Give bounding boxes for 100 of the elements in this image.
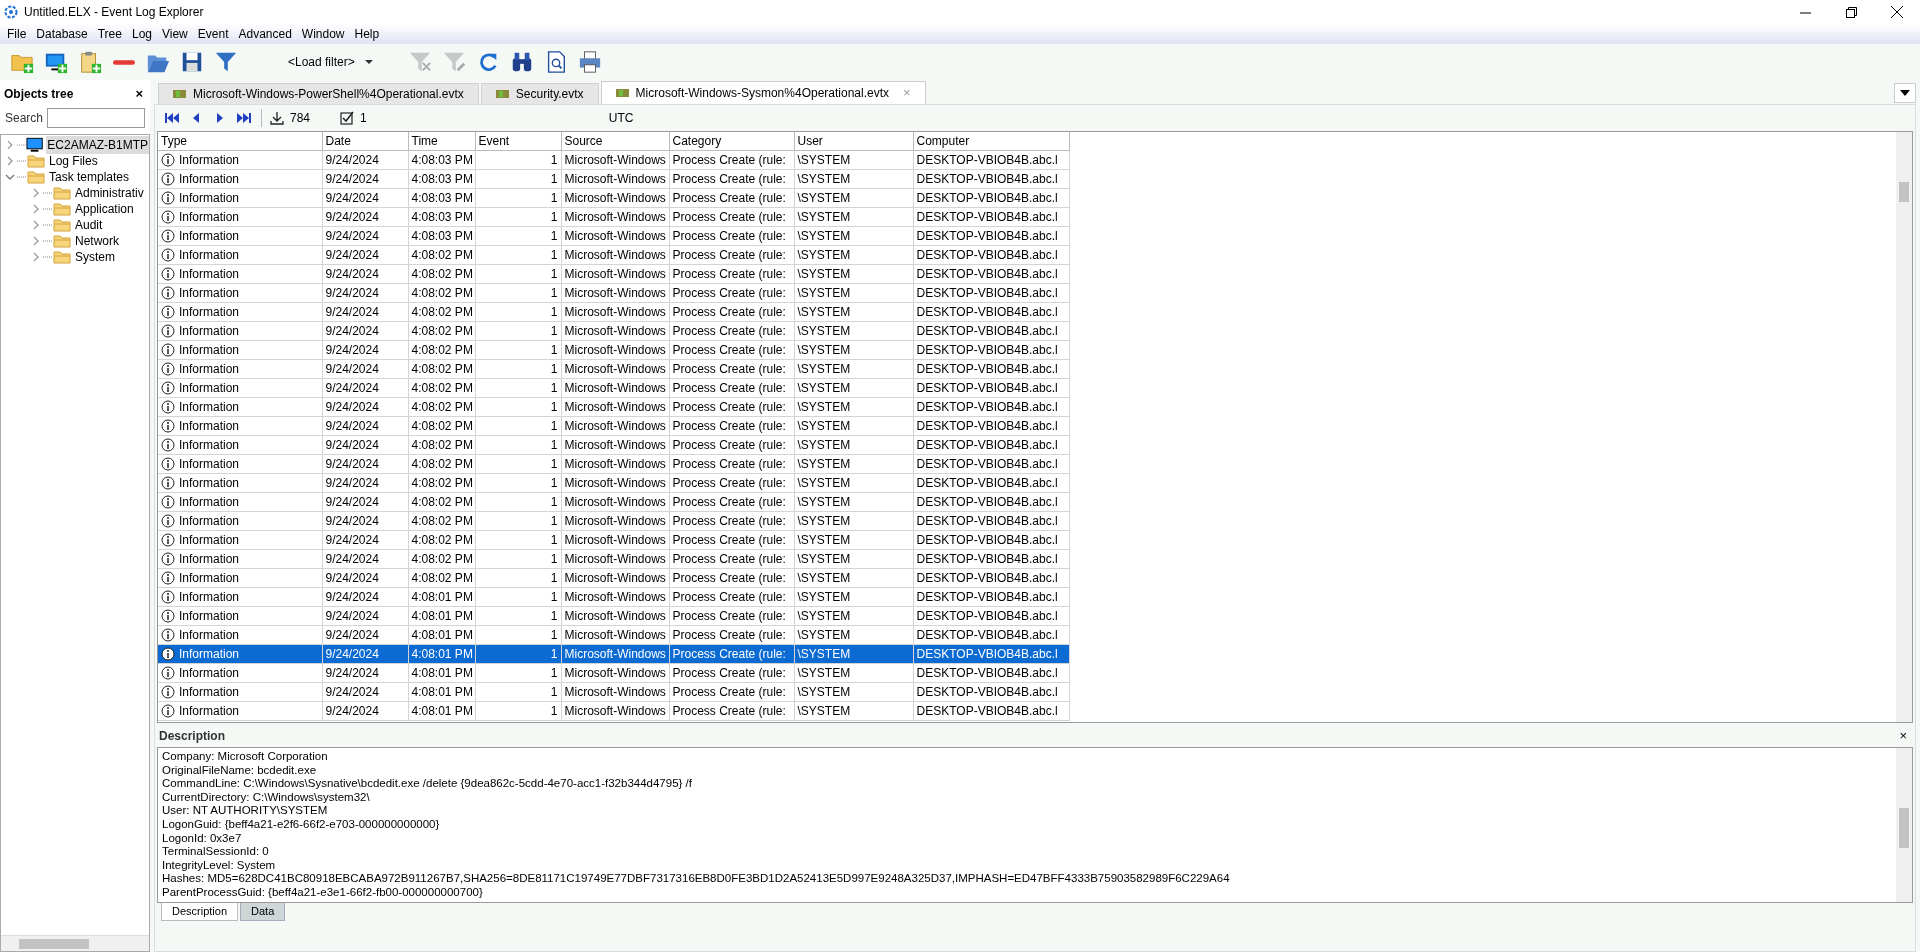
- close-icon: [1891, 6, 1903, 18]
- table-row[interactable]: Information 9/24/2024 4:08:02 PM 1 Microsoft-Windows Process Create (rule: \SYSTEM DESKTOP-VBIOB4B.abc.l: [158, 359, 1069, 379]
- table-cell: DESKTOP-VBIOB4B.abc.l: [913, 283, 1069, 303]
- tree-node[interactable]: Administrativ: [74, 184, 145, 202]
- tree-node[interactable]: System: [74, 248, 116, 266]
- table-row[interactable]: Information 9/24/2024 4:08:01 PM 1 Microsoft-Windows Process Create (rule: \SYSTEM DESKTOP-VBIOB4B.abc.l: [158, 625, 1069, 645]
- file-tab[interactable]: Microsoft-Windows-PowerShell%4Operational.evtx: [158, 83, 479, 104]
- tree-node[interactable]: Log Files: [48, 152, 99, 170]
- table-cell: 1: [475, 454, 561, 474]
- table-row[interactable]: Information 9/24/2024 4:08:02 PM 1 Microsoft-Windows Process Create (rule: \SYSTEM DESKTOP-VBIOB4B.abc.l: [158, 378, 1069, 398]
- table-row[interactable]: Information 9/24/2024 4:08:02 PM 1 Microsoft-Windows Process Create (rule: \SYSTEM DESKTOP-VBIOB4B.abc.l: [158, 530, 1069, 550]
- table-row[interactable]: Information 9/24/2024 4:08:02 PM 1 Microsoft-Windows Process Create (rule: \SYSTEM DESKTOP-VBIOB4B.abc.l: [158, 492, 1069, 512]
- table-row[interactable]: Information 9/24/2024 4:08:02 PM 1 Microsoft-Windows Process Create (rule: \SYSTEM DESKTOP-VBIOB4B.abc.l: [158, 435, 1069, 455]
- table-cell: DESKTOP-VBIOB4B.abc.l: [913, 511, 1069, 531]
- menu-item[interactable]: Event: [192, 24, 234, 44]
- vertical-scrollbar[interactable]: [1896, 132, 1912, 722]
- description-tab[interactable]: Data: [240, 903, 286, 921]
- menu-item[interactable]: Database: [31, 24, 93, 44]
- menu-item[interactable]: View: [157, 24, 193, 44]
- table-cell: Process Create (rule:: [669, 283, 794, 303]
- table-row[interactable]: Information 9/24/2024 4:08:02 PM 1 Microsoft-Windows Process Create (rule: \SYSTEM DESKTOP-VBIOB4B.abc.l: [158, 454, 1069, 474]
- table-row[interactable]: Information 9/24/2024 4:08:02 PM 1 Microsoft-Windows Process Create (rule: \SYSTEM DESKTOP-VBIOB4B.abc.l: [158, 283, 1069, 303]
- table-cell: Information: [179, 455, 240, 473]
- tree-node[interactable]: Network: [74, 232, 120, 250]
- filter-dropdown[interactable]: <Load filter>: [276, 51, 396, 73]
- close-panel-button[interactable]: ×: [132, 84, 146, 104]
- column-header[interactable]: Source: [561, 132, 669, 151]
- tree-node[interactable]: Task templates: [48, 168, 131, 186]
- horizontal-scrollbar[interactable]: [1, 935, 149, 951]
- table-cell: DESKTOP-VBIOB4B.abc.l: [913, 226, 1069, 246]
- download-icon: [270, 111, 284, 125]
- table-row[interactable]: Information 9/24/2024 4:08:01 PM 1 Microsoft-Windows Process Create (rule: \SYSTEM DESKTOP-VBIOB4B.abc.l: [158, 587, 1069, 607]
- information-icon: [161, 324, 175, 338]
- tab-list-button[interactable]: [1894, 83, 1916, 103]
- table-cell: Microsoft-Windows: [561, 226, 669, 246]
- checkbox-icon: [340, 111, 355, 125]
- table-cell: \SYSTEM: [794, 416, 913, 436]
- table-cell: DESKTOP-VBIOB4B.abc.l: [913, 207, 1069, 227]
- table-cell: Microsoft-Windows: [561, 397, 669, 417]
- table-row[interactable]: Information 9/24/2024 4:08:03 PM 1 Microsoft-Windows Process Create (rule: \SYSTEM DESKTOP-VBIOB4B.abc.l: [158, 207, 1069, 227]
- table-cell: Microsoft-Windows: [561, 378, 669, 398]
- table-row[interactable]: Information 9/24/2024 4:08:02 PM 1 Microsoft-Windows Process Create (rule: \SYSTEM DESKTOP-VBIOB4B.abc.l: [158, 416, 1069, 436]
- table-row[interactable]: Information 9/24/2024 4:08:01 PM 1 Microsoft-Windows Process Create (rule: \SYSTEM DESKTOP-VBIOB4B.abc.l: [158, 701, 1069, 721]
- table-row[interactable]: Information 9/24/2024 4:08:02 PM 1 Microsoft-Windows Process Create (rule: \SYSTEM DESKTOP-VBIOB4B.abc.l: [158, 568, 1069, 588]
- table-row[interactable]: Information 9/24/2024 4:08:01 PM 1 Microsoft-Windows Process Create (rule: \SYSTEM DESKTOP-VBIOB4B.abc.l: [158, 682, 1069, 702]
- table-row[interactable]: Information 9/24/2024 4:08:02 PM 1 Microsoft-Windows Process Create (rule: \SYSTEM DESKTOP-VBIOB4B.abc.l: [158, 264, 1069, 284]
- table-row[interactable]: Information 9/24/2024 4:08:03 PM 1 Microsoft-Windows Process Create (rule: \SYSTEM DESKTOP-VBIOB4B.abc.l: [158, 226, 1069, 246]
- table-cell: 1: [475, 245, 561, 265]
- table-row[interactable]: Information 9/24/2024 4:08:03 PM 1 Microsoft-Windows Process Create (rule: \SYSTEM DESKTOP-VBIOB4B.abc.l: [158, 169, 1069, 189]
- table-cell: Information: [179, 569, 240, 587]
- column-header[interactable]: Type: [158, 132, 322, 151]
- column-header[interactable]: Date: [322, 132, 408, 151]
- column-header[interactable]: User: [794, 132, 913, 151]
- table-cell: 9/24/2024: [322, 207, 408, 227]
- information-icon: [161, 267, 175, 281]
- tree-node[interactable]: Audit: [74, 216, 104, 234]
- navigation-button[interactable]: [163, 110, 181, 126]
- information-icon: [161, 191, 175, 205]
- table-cell: Process Create (rule:: [669, 207, 794, 227]
- table-cell: Process Create (rule:: [669, 435, 794, 455]
- column-header[interactable]: Computer: [913, 132, 1069, 151]
- table-row[interactable]: Information 9/24/2024 4:08:02 PM 1 Microsoft-Windows Process Create (rule: \SYSTEM DESKTOP-VBIOB4B.abc.l: [158, 511, 1069, 531]
- column-header[interactable]: Event: [475, 132, 561, 151]
- menu-item[interactable]: Window: [296, 24, 350, 44]
- table-row[interactable]: Information 9/24/2024 4:08:01 PM 1 Microsoft-Windows Process Create (rule: \SYSTEM DESKTOP-VBIOB4B.abc.l: [158, 606, 1069, 626]
- table-cell: Information: [179, 607, 240, 625]
- table-cell: 1: [475, 207, 561, 227]
- vertical-scrollbar[interactable]: [1896, 748, 1912, 902]
- menu-item[interactable]: Log: [126, 24, 157, 44]
- table-row[interactable]: Information 9/24/2024 4:08:02 PM 1 Microsoft-Windows Process Create (rule: \SYSTEM DESKTOP-VBIOB4B.abc.l: [158, 321, 1069, 341]
- description-tab[interactable]: Description: [161, 903, 239, 921]
- file-tab[interactable]: Security.evtx: [480, 83, 599, 104]
- table-cell: Microsoft-Windows: [561, 283, 669, 303]
- table-row[interactable]: Information 9/24/2024 4:08:02 PM 1 Microsoft-Windows Process Create (rule: \SYSTEM DESKTOP-VBIOB4B.abc.l: [158, 549, 1069, 569]
- table-row[interactable]: Information 9/24/2024 4:08:03 PM 1 Microsoft-Windows Process Create (rule: \SYSTEM DESKTOP-VBIOB4B.abc.l: [158, 188, 1069, 208]
- table-row[interactable]: Information 9/24/2024 4:08:02 PM 1 Microsoft-Windows Process Create (rule: \SYSTEM DESKTOP-VBIOB4B.abc.l: [158, 245, 1069, 265]
- file-tab[interactable]: Microsoft-Windows-Sysmon%4Operational.evtx ×: [600, 81, 926, 104]
- menu-item[interactable]: Tree: [92, 24, 127, 44]
- navigation-button[interactable]: [235, 110, 253, 126]
- table-row[interactable]: Information 9/24/2024 4:08:01 PM 1 Microsoft-Windows Process Create (rule: \SYSTEM DESKTOP-VBIOB4B.abc.l: [158, 663, 1069, 683]
- menu-item[interactable]: File: [2, 24, 32, 44]
- close-panel-button[interactable]: ×: [1895, 726, 1911, 746]
- table-cell: DESKTOP-VBIOB4B.abc.l: [913, 492, 1069, 512]
- column-header[interactable]: Category: [669, 132, 794, 151]
- tree-node[interactable]: Application: [74, 200, 135, 218]
- restore-icon: [1845, 6, 1857, 18]
- search-field[interactable]: [47, 108, 145, 128]
- table-row[interactable]: Information 9/24/2024 4:08:02 PM 1 Microsoft-Windows Process Create (rule: \SYSTEM DESKTOP-VBIOB4B.abc.l: [158, 397, 1069, 417]
- table-row[interactable]: Information 9/24/2024 4:08:02 PM 1 Microsoft-Windows Process Create (rule: \SYSTEM DESKTOP-VBIOB4B.abc.l: [158, 473, 1069, 493]
- column-header[interactable]: Time: [408, 132, 475, 151]
- table-row[interactable]: Information 9/24/2024 4:08:02 PM 1 Microsoft-Windows Process Create (rule: \SYSTEM DESKTOP-VBIOB4B.abc.l: [158, 302, 1069, 322]
- table-cell: \SYSTEM: [794, 302, 913, 322]
- table-row[interactable]: Information 9/24/2024 4:08:03 PM 1 Microsoft-Windows Process Create (rule: \SYSTEM DESKTOP-VBIOB4B.abc.l: [158, 150, 1069, 170]
- tree-node[interactable]: EC2AMAZ-B1MTP: [46, 136, 149, 154]
- table-cell: 9/24/2024: [322, 435, 408, 455]
- menu-item[interactable]: Help: [349, 24, 385, 44]
- menu-item[interactable]: Advanced: [233, 24, 297, 44]
- dotted-line-icon: [43, 256, 53, 258]
- table-cell: Information: [179, 417, 240, 435]
- table-row[interactable]: Information 9/24/2024 4:08:02 PM 1 Microsoft-Windows Process Create (rule: \SYSTEM DESKTOP-VBIOB4B.abc.l: [158, 340, 1069, 360]
